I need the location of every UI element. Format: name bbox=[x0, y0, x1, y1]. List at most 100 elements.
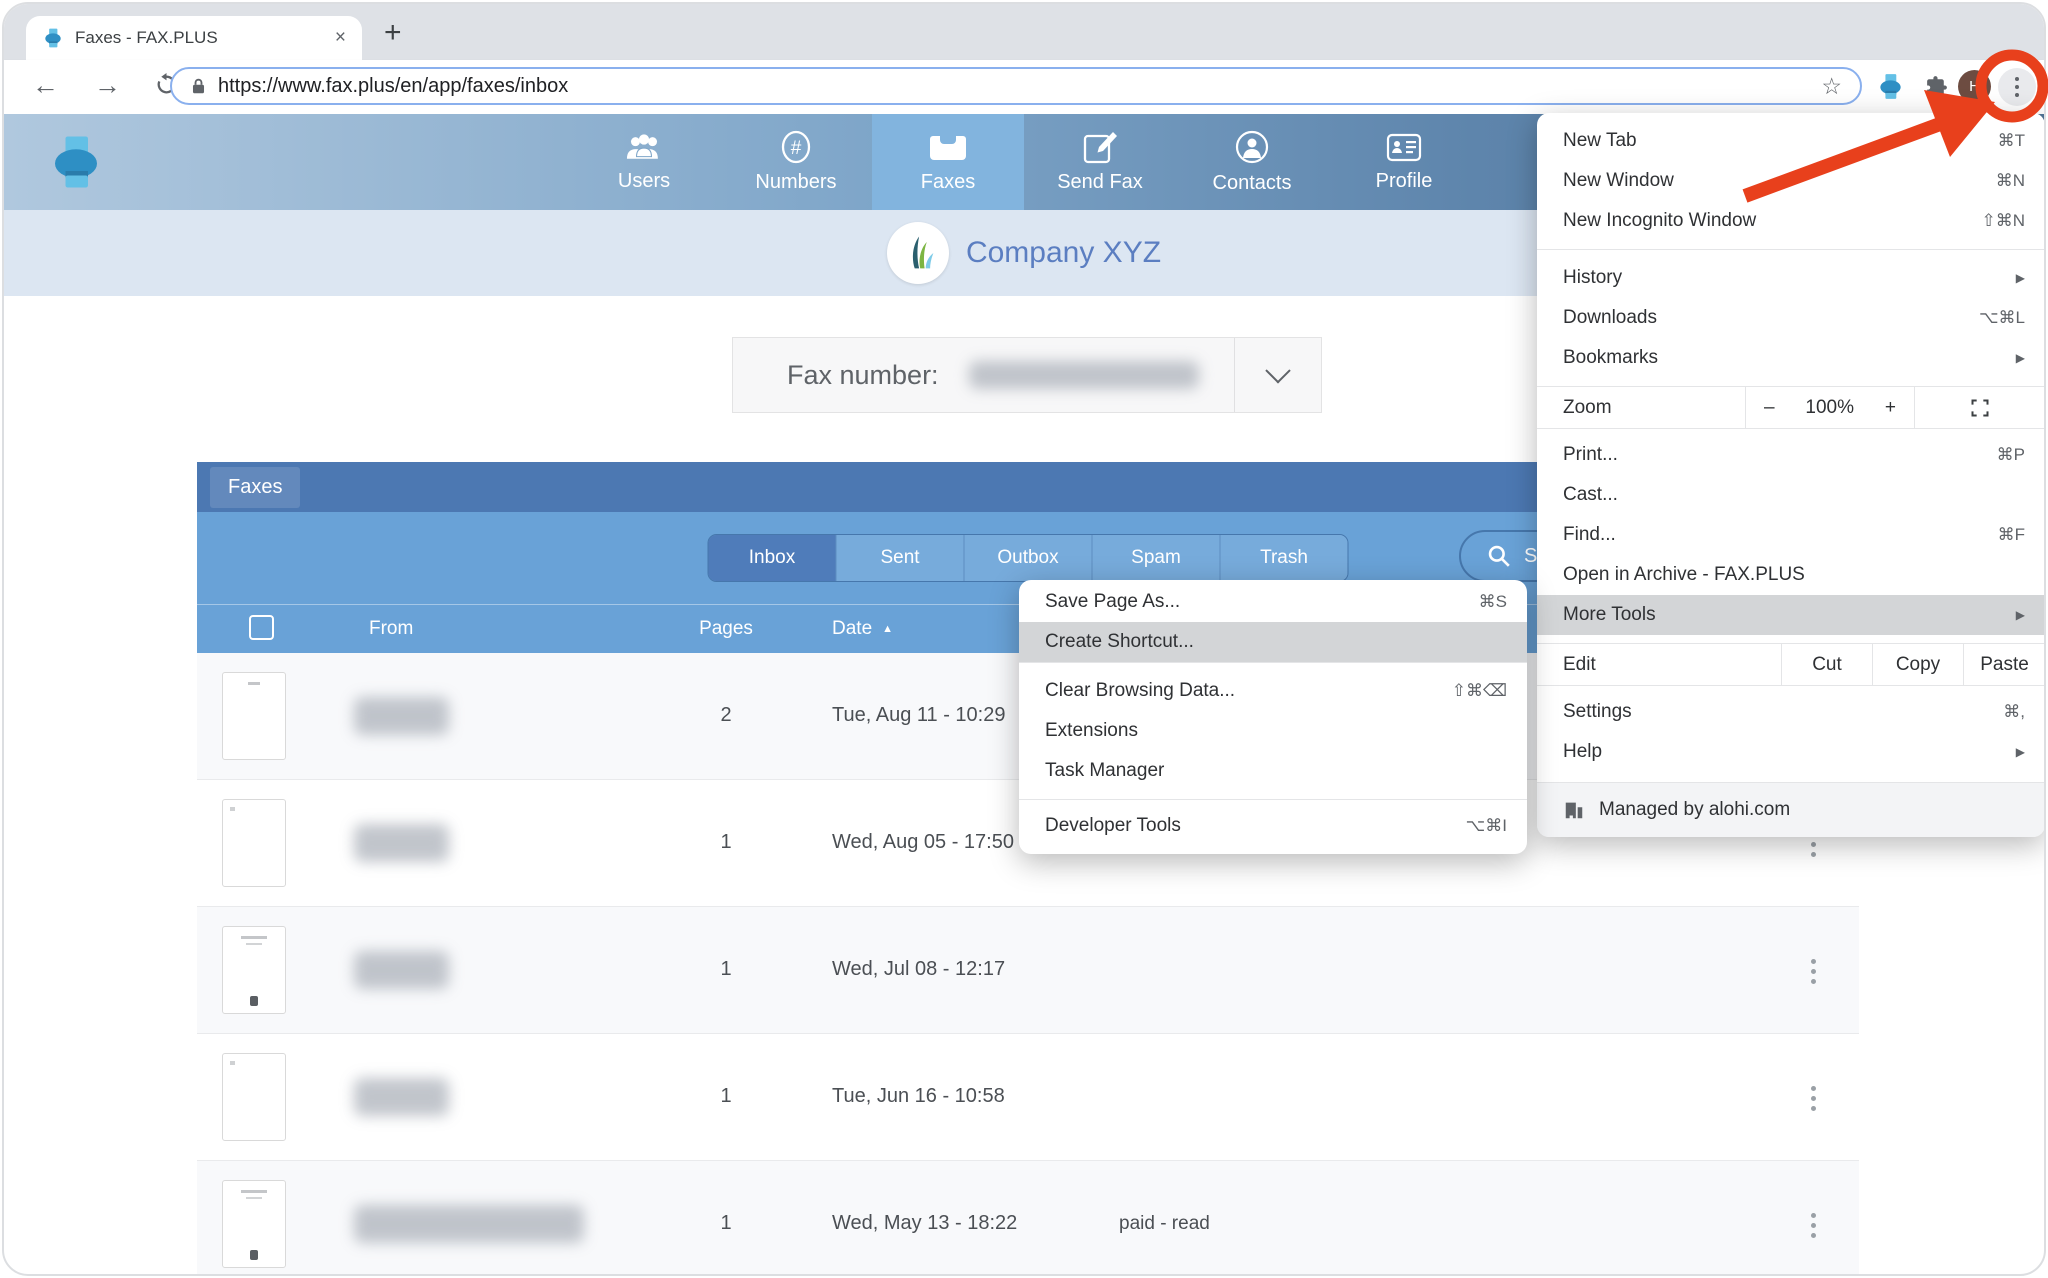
tab-inbox[interactable]: Inbox bbox=[708, 535, 836, 581]
fax-row[interactable]: 1 Wed, May 13 - 18:22 paid - read bbox=[197, 1161, 1859, 1274]
fax-thumbnail[interactable] bbox=[222, 799, 286, 887]
menu-item-downloads[interactable]: Downloads ⌥⌘L bbox=[1537, 298, 2044, 338]
panel-title: Faxes bbox=[210, 466, 301, 508]
extensions-puzzle-icon[interactable] bbox=[1924, 74, 1949, 104]
menu-item-cast[interactable]: Cast... bbox=[1537, 475, 2044, 515]
zoom-in-button[interactable]: + bbox=[1885, 397, 1896, 419]
menu-item-print[interactable]: Print... ⌘P bbox=[1537, 435, 2044, 475]
menu-item-help[interactable]: Help ▶ bbox=[1537, 732, 2044, 772]
edit-copy-button[interactable]: Copy bbox=[1872, 644, 1963, 685]
managed-by-label: Managed by alohi.com bbox=[1599, 799, 1791, 820]
sender-redacted bbox=[354, 1205, 584, 1243]
browser-toolbar: ← → https://www.fax.plus/en/app/faxes/in… bbox=[4, 60, 2044, 114]
sender-redacted bbox=[354, 697, 449, 735]
faxplus-extension-icon[interactable] bbox=[1876, 72, 1905, 106]
fax-number-dropdown[interactable] bbox=[1234, 338, 1321, 412]
chrome-menu-button[interactable] bbox=[1998, 68, 2036, 106]
faxplus-favicon-icon bbox=[45, 28, 61, 48]
menu-item-find[interactable]: Find... ⌘F bbox=[1537, 515, 2044, 555]
select-all-checkbox[interactable] bbox=[249, 615, 274, 640]
sort-ascending-icon: ▲ bbox=[882, 623, 894, 635]
edit-paste-button[interactable]: Paste bbox=[1963, 644, 2044, 685]
fax-number-redacted bbox=[968, 361, 1199, 389]
row-menu-icon[interactable] bbox=[1795, 953, 1831, 989]
sender-redacted bbox=[354, 951, 449, 989]
faxes-inbox-icon bbox=[930, 136, 966, 160]
nav-label: Users bbox=[617, 170, 671, 192]
zoom-out-button[interactable]: – bbox=[1764, 397, 1775, 419]
numbers-icon: # bbox=[781, 130, 811, 164]
submenu-item-clear-browsing-data[interactable]: Clear Browsing Data... ⇧⌘⌫ bbox=[1019, 671, 1527, 711]
nav-label: Contacts bbox=[1212, 172, 1292, 194]
bookmark-star-icon[interactable]: ☆ bbox=[1821, 73, 1842, 100]
tab-sent[interactable]: Sent bbox=[835, 535, 964, 581]
faxplus-logo-icon[interactable] bbox=[46, 132, 106, 197]
menu-item-more-tools[interactable]: More Tools ▶ bbox=[1537, 595, 2044, 635]
tab-outbox[interactable]: Outbox bbox=[963, 535, 1092, 581]
menu-item-edit: Edit Cut Copy Paste bbox=[1537, 643, 2044, 686]
submenu-item-save-page-as[interactable]: Save Page As... ⌘S bbox=[1019, 582, 1527, 622]
profile-avatar[interactable]: H bbox=[1958, 70, 1991, 103]
fax-thumbnail[interactable] bbox=[222, 1053, 286, 1141]
company-logo-icon bbox=[886, 222, 949, 284]
submenu-item-developer-tools[interactable]: Developer Tools ⌥⌘I bbox=[1019, 806, 1527, 846]
pages-cell: 1 bbox=[720, 1212, 732, 1234]
sender-redacted bbox=[354, 1078, 449, 1116]
url-text[interactable]: https://www.fax.plus/en/app/faxes/inbox bbox=[218, 75, 1810, 98]
nav-item-faxes[interactable]: Faxes bbox=[872, 114, 1024, 210]
row-menu-icon[interactable] bbox=[1795, 1080, 1831, 1116]
menu-item-new-incognito-window[interactable]: New Incognito Window ⇧⌘N bbox=[1537, 201, 2044, 241]
submenu-item-create-shortcut[interactable]: Create Shortcut... bbox=[1019, 622, 1527, 662]
tab-spam[interactable]: Spam bbox=[1091, 535, 1220, 581]
fax-thumbnail[interactable] bbox=[222, 672, 286, 760]
nav-items: Users # Numbers Faxes Send Fax Contacts … bbox=[568, 114, 1480, 210]
tab-strip: Faxes - FAX.PLUS × + bbox=[4, 4, 2044, 60]
pages-cell: 2 bbox=[720, 704, 732, 726]
tab-title: Faxes - FAX.PLUS bbox=[75, 28, 218, 47]
status-cell: paid - read bbox=[1119, 1213, 1210, 1234]
nav-item-numbers[interactable]: # Numbers bbox=[720, 114, 872, 210]
send-fax-icon bbox=[1083, 132, 1117, 164]
menu-item-open-in-archive[interactable]: Open in Archive - FAX.PLUS bbox=[1537, 555, 2044, 595]
fax-number-selector[interactable]: Fax number: bbox=[732, 337, 1322, 413]
menu-item-new-window[interactable]: New Window ⌘N bbox=[1537, 161, 2044, 201]
submenu-arrow-icon: ▶ bbox=[2015, 608, 2025, 622]
date-cell: Tue, Jun 16 - 10:58 bbox=[832, 1085, 1005, 1107]
browser-tab[interactable]: Faxes - FAX.PLUS × bbox=[26, 16, 362, 60]
row-menu-icon[interactable] bbox=[1795, 1207, 1831, 1243]
submenu-arrow-icon: ▶ bbox=[2015, 745, 2025, 759]
date-cell: Wed, Jul 08 - 12:17 bbox=[832, 958, 1006, 980]
fax-row[interactable]: 1 Wed, Jul 08 - 12:17 bbox=[197, 907, 1859, 1034]
pages-cell: 1 bbox=[720, 831, 732, 853]
screenshot-canvas: Faxes - FAX.PLUS × + ← → https://www.fax… bbox=[0, 0, 2048, 1278]
submenu-item-extensions[interactable]: Extensions bbox=[1019, 711, 1527, 751]
menu-item-history[interactable]: History ▶ bbox=[1537, 258, 2044, 298]
fax-row[interactable]: 1 Tue, Jun 16 - 10:58 bbox=[197, 1034, 1859, 1161]
tab-trash[interactable]: Trash bbox=[1219, 535, 1348, 581]
company-name: Company XYZ bbox=[965, 236, 1162, 269]
submenu-item-task-manager[interactable]: Task Manager bbox=[1019, 751, 1527, 791]
nav-item-users[interactable]: Users bbox=[568, 114, 720, 210]
fax-thumbnail[interactable] bbox=[222, 1180, 286, 1268]
fullscreen-icon bbox=[1971, 399, 1989, 416]
chrome-menu: New Tab ⌘T New Window ⌘N New Incognito Win… bbox=[1537, 113, 2044, 837]
back-icon[interactable]: ← bbox=[32, 70, 59, 101]
forward-icon[interactable]: → bbox=[94, 70, 121, 101]
menu-item-new-tab[interactable]: New Tab ⌘T bbox=[1537, 121, 2044, 161]
new-tab-button[interactable]: + bbox=[384, 16, 402, 50]
users-icon bbox=[626, 134, 658, 159]
menu-item-zoom: Zoom – 100% + bbox=[1537, 386, 2044, 429]
column-date[interactable]: Date ▲ bbox=[832, 618, 893, 640]
url-bar[interactable]: https://www.fax.plus/en/app/faxes/inbox … bbox=[170, 67, 1862, 105]
fullscreen-button[interactable] bbox=[1914, 387, 2044, 428]
edit-cut-button[interactable]: Cut bbox=[1781, 644, 1872, 685]
fax-thumbnail[interactable] bbox=[222, 926, 286, 1014]
nav-item-send-fax[interactable]: Send Fax bbox=[1024, 114, 1176, 210]
submenu-arrow-icon: ▶ bbox=[2015, 351, 2025, 365]
chevron-down-icon bbox=[1265, 358, 1291, 384]
tab-close-icon[interactable]: × bbox=[335, 27, 346, 49]
nav-item-contacts[interactable]: Contacts bbox=[1176, 114, 1328, 210]
menu-item-bookmarks[interactable]: Bookmarks ▶ bbox=[1537, 338, 2044, 378]
menu-item-settings[interactable]: Settings ⌘, bbox=[1537, 692, 2044, 732]
nav-item-profile[interactable]: Profile bbox=[1328, 114, 1480, 210]
